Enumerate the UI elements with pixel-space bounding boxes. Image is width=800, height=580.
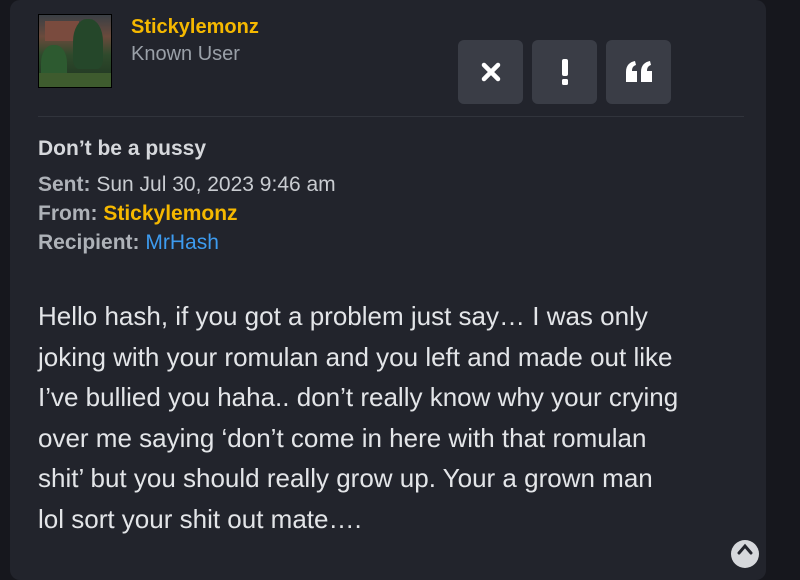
- from-value[interactable]: Stickylemonz: [103, 202, 237, 225]
- body-line: lol sort your shit out mate….: [38, 503, 362, 534]
- from-row: From: Stickylemonz: [38, 202, 238, 226]
- message-subject: Don’t be a pussy: [38, 137, 207, 160]
- avatar-tree: [73, 19, 103, 69]
- sent-value: Sun Jul 30, 2023 9:46 am: [96, 173, 336, 196]
- body-line: shit’ but you should really grow up. You…: [38, 463, 653, 493]
- header-divider: [38, 116, 744, 117]
- sent-row: Sent: Sun Jul 30, 2023 9:46 am: [38, 173, 336, 197]
- author-username[interactable]: Stickylemonz: [131, 16, 259, 39]
- avatar[interactable]: [38, 14, 112, 88]
- body-line: joking with your romulan and you left an…: [38, 341, 673, 372]
- body-line: I’ve bullied you haha.. don’t really kno…: [38, 382, 679, 412]
- avatar-ground: [39, 73, 111, 87]
- quote-icon: [625, 61, 652, 82]
- scroll-to-top-button[interactable]: [731, 540, 759, 568]
- chevron-up-icon: [737, 543, 753, 555]
- recipient-value[interactable]: MrHash: [145, 231, 219, 254]
- body-line: Hello hash, if you got a problem just sa…: [38, 301, 648, 331]
- quote-button[interactable]: [606, 40, 671, 104]
- delete-button[interactable]: [458, 40, 523, 104]
- report-button[interactable]: [532, 40, 597, 104]
- recipient-row: Recipient: MrHash: [38, 231, 219, 255]
- exclamation-icon: [561, 59, 568, 85]
- message-body: Hello hash, if you got a problem just sa…: [38, 296, 758, 539]
- body-line: over me saying ‘don’t come in here with …: [38, 422, 647, 453]
- author-rank: Known User: [131, 43, 240, 65]
- sent-label: Sent:: [38, 173, 91, 196]
- close-icon: [481, 62, 500, 82]
- from-label: From:: [38, 202, 98, 225]
- recipient-label: Recipient:: [38, 231, 140, 254]
- message-actions: [458, 40, 671, 104]
